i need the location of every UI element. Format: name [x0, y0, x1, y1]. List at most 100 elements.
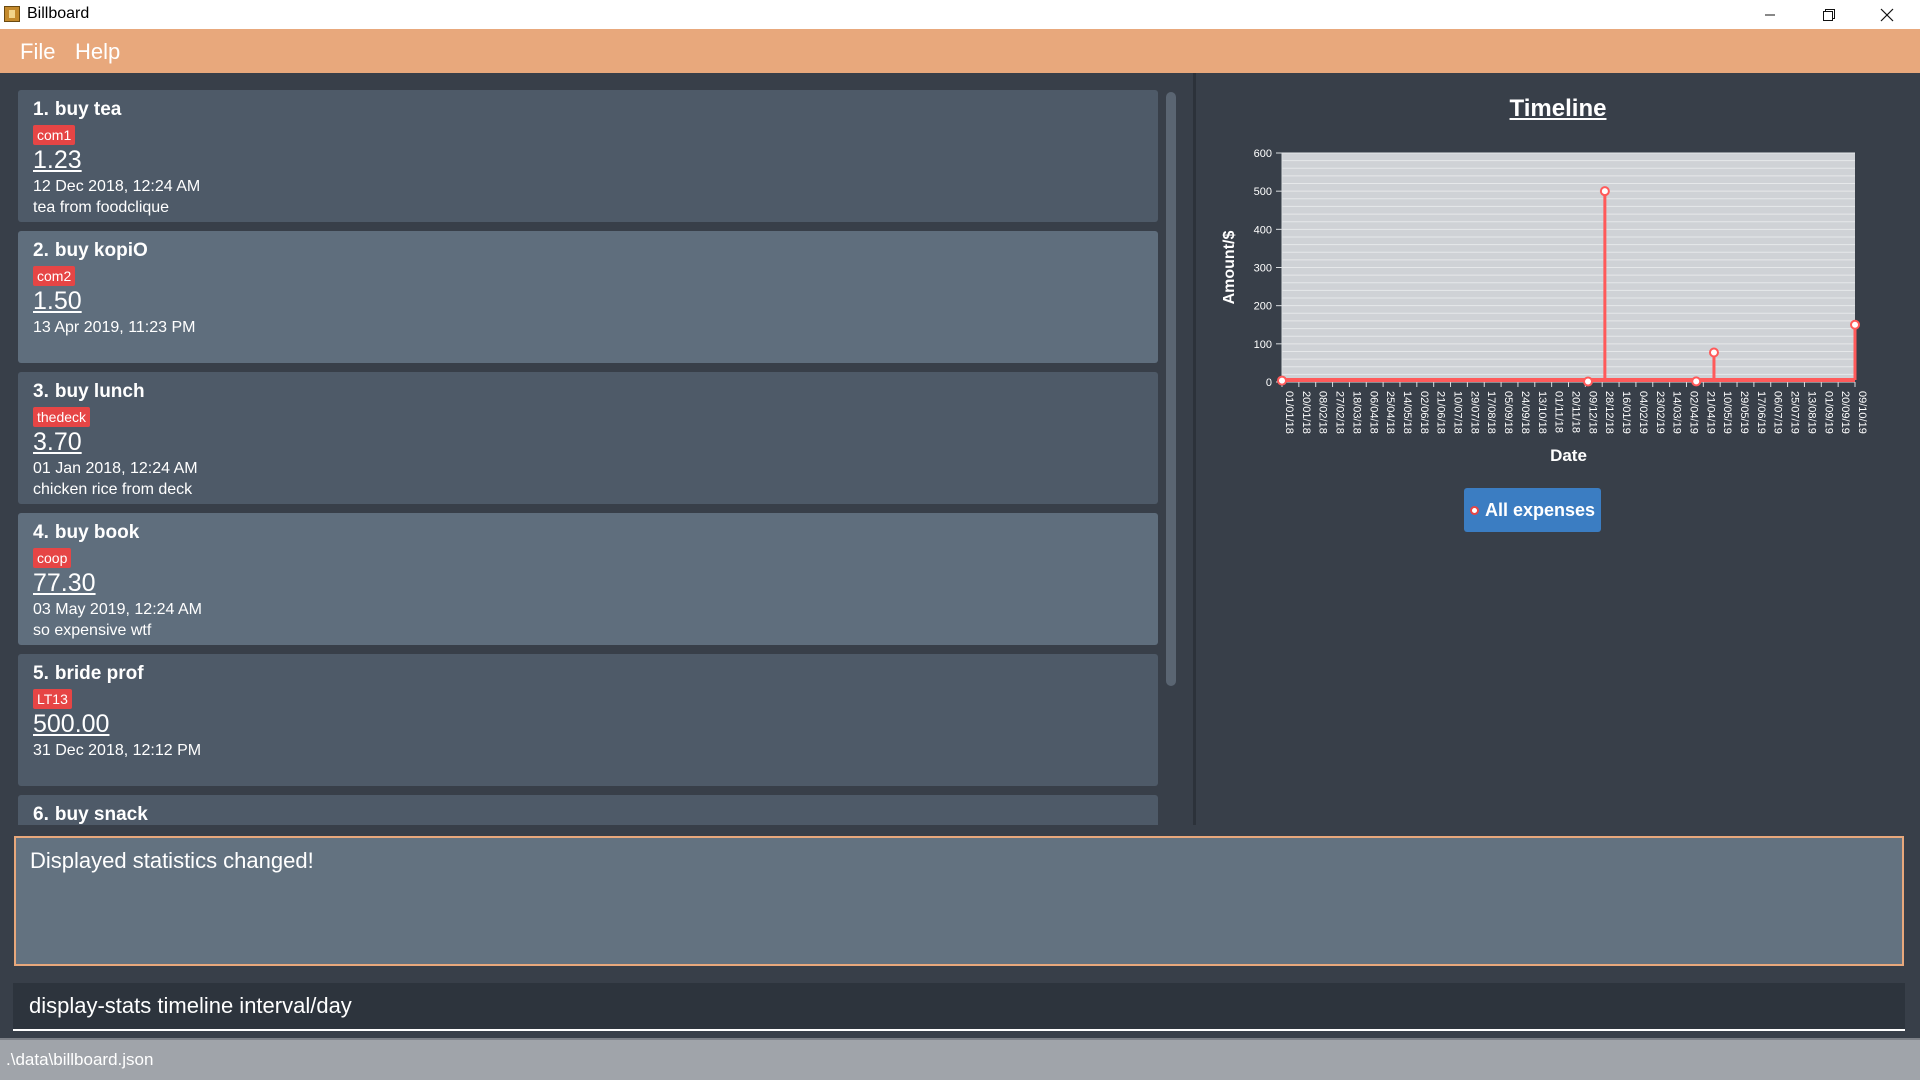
expense-tag: com1 — [33, 125, 76, 145]
x-tick-label: 13/08/19 — [1805, 391, 1817, 434]
expense-amount: 3.70 — [33, 428, 82, 456]
x-tick-label: 01/09/19 — [1822, 391, 1834, 434]
app-icon — [4, 6, 20, 22]
x-tick-label: 25/04/18 — [1384, 391, 1396, 434]
x-tick-label: 09/12/18 — [1586, 391, 1598, 434]
data-file-path: .\data\billboard.json — [6, 1050, 154, 1069]
data-point — [1277, 375, 1287, 386]
x-tick-label: 06/07/19 — [1772, 391, 1784, 434]
x-tick-label: 10/05/19 — [1721, 391, 1733, 434]
close-icon[interactable] — [1858, 0, 1916, 29]
expense-tag: thedeck — [33, 407, 91, 427]
x-tick-label: 29/05/19 — [1738, 391, 1750, 434]
expense-date: 31 Dec 2018, 12:12 PM — [33, 742, 202, 759]
expense-title: buy book — [54, 522, 140, 543]
expense-description: so expensive wtf — [33, 622, 152, 639]
y-tick-label: 100 — [1254, 339, 1272, 351]
menu-file[interactable]: File — [20, 39, 55, 65]
x-tick-label: 06/04/18 — [1367, 391, 1379, 434]
y-tick-label: 0 — [1266, 377, 1272, 389]
expense-index: 1. — [33, 99, 49, 120]
expense-index: 2. — [33, 240, 49, 261]
expense-tag: com2 — [33, 266, 76, 286]
x-tick-label: 14/05/18 — [1401, 391, 1413, 434]
status-bar: .\data\billboard.json — [0, 1038, 1920, 1080]
expense-name: 1. buy tea — [33, 99, 1143, 123]
expense-list-panel: 1. buy tea com1 1.23 12 Dec 2018, 12:24 A… — [0, 73, 1193, 825]
x-tick-label: 21/06/18 — [1435, 391, 1447, 434]
x-tick-label: 13/10/18 — [1536, 391, 1548, 434]
x-tick-label: 28/12/18 — [1603, 391, 1615, 434]
expense-amount: 1.50 — [33, 287, 82, 315]
list-scrollbar-thumb[interactable] — [1166, 92, 1176, 686]
expense-title: bride prof — [54, 663, 144, 684]
expense-name: 4. buy book — [33, 522, 1143, 546]
x-tick-label: 02/06/18 — [1418, 391, 1430, 434]
expense-card[interactable]: 4. buy book coop 77.30 03 May 2019, 12:24… — [18, 513, 1158, 645]
x-tick-label: 25/07/19 — [1789, 391, 1801, 434]
x-tick-label: 01/01/18 — [1283, 391, 1295, 434]
x-tick-label: 27/02/18 — [1334, 391, 1346, 434]
x-tick-label: 01/11/18 — [1553, 391, 1565, 433]
data-point — [1850, 319, 1860, 330]
x-tick-label: 08/02/18 — [1317, 391, 1329, 434]
expense-name: 2. buy kopiO — [33, 240, 1143, 264]
expense-tag: coop — [33, 548, 72, 568]
title-bar: Billboard — [0, 0, 1920, 29]
menu-bar: File Help — [0, 29, 1920, 73]
expense-card[interactable]: 3. buy lunch thedeck 3.70 01 Jan 2018, 12… — [18, 372, 1158, 504]
x-tick-label: 10/07/18 — [1452, 391, 1464, 434]
minimize-icon[interactable] — [1741, 0, 1799, 29]
expense-index: 4. — [33, 522, 49, 543]
x-tick-label: 09/10/19 — [1856, 391, 1868, 434]
expense-date: 13 Apr 2019, 11:23 PM — [33, 319, 196, 336]
expense-name: 5. bride prof — [33, 663, 1143, 687]
legend-all-expenses[interactable]: All expenses — [1464, 488, 1601, 532]
expense-title: buy kopiO — [54, 240, 148, 261]
expense-card[interactable]: 5. bride prof LT13 500.00 31 Dec 2018, 12… — [18, 654, 1158, 786]
expense-title: buy lunch — [54, 381, 145, 402]
expense-title: buy snack — [54, 804, 148, 825]
window-title: Billboard — [27, 5, 90, 22]
x-tick-label: 14/03/19 — [1671, 391, 1683, 434]
x-tick-label: 20/09/19 — [1839, 391, 1851, 434]
expense-tag: LT13 — [33, 689, 72, 709]
x-tick-label: 24/09/18 — [1519, 391, 1531, 434]
expense-card[interactable]: 2. buy kopiO com2 1.50 13 Apr 2019, 11:23… — [18, 231, 1158, 363]
x-tick-label: 18/03/18 — [1350, 391, 1362, 434]
y-tick-label: 500 — [1254, 186, 1272, 198]
data-point — [1599, 186, 1610, 197]
expense-card[interactable]: 6. buy snack — [18, 795, 1158, 825]
x-tick-label: 02/04/19 — [1687, 391, 1699, 434]
expense-date: 03 May 2019, 12:24 AM — [33, 601, 202, 618]
x-tick-label: 04/02/19 — [1637, 391, 1649, 434]
expense-name: 3. buy lunch — [33, 381, 1143, 405]
stats-panel: Timeline 0 100 200 300 400 500 600 01/01/18 20/0… — [1196, 73, 1920, 825]
result-display: Displayed statistics changed! — [14, 836, 1904, 966]
x-tick-label: 17/06/19 — [1755, 391, 1767, 434]
x-tick-label: 23/02/19 — [1654, 391, 1666, 434]
expense-date: 01 Jan 2018, 12:24 AM — [33, 460, 198, 477]
restore-icon[interactable] — [1800, 0, 1858, 29]
y-tick-label: 300 — [1254, 263, 1272, 275]
y-axis-label: Amount/$ — [1221, 231, 1238, 305]
y-tick-label: 600 — [1254, 148, 1272, 160]
expense-amount: 77.30 — [33, 569, 96, 597]
y-tick-label: 400 — [1254, 224, 1272, 236]
command-input[interactable] — [13, 983, 1905, 1031]
result-display-area: Displayed statistics changed! — [0, 825, 1920, 975]
menu-help[interactable]: Help — [75, 39, 120, 65]
expense-title: buy tea — [54, 99, 122, 120]
expense-description: tea from foodclique — [33, 199, 170, 216]
x-tick-label: 20/11/18 — [1570, 391, 1582, 433]
x-axis-label: Date — [1550, 446, 1587, 465]
expense-amount: 500.00 — [33, 710, 110, 738]
x-tick-label: 29/07/18 — [1468, 391, 1480, 434]
expense-card[interactable]: 1. buy tea com1 1.23 12 Dec 2018, 12:24 A… — [18, 90, 1158, 222]
x-tick-label: 16/01/19 — [1620, 391, 1632, 434]
data-point — [1691, 376, 1702, 387]
x-tick-label: 21/04/19 — [1704, 391, 1716, 434]
expense-description: chicken rice from deck — [33, 481, 193, 498]
x-tick-label: 17/08/18 — [1485, 391, 1497, 434]
expense-index: 6. — [33, 804, 49, 825]
